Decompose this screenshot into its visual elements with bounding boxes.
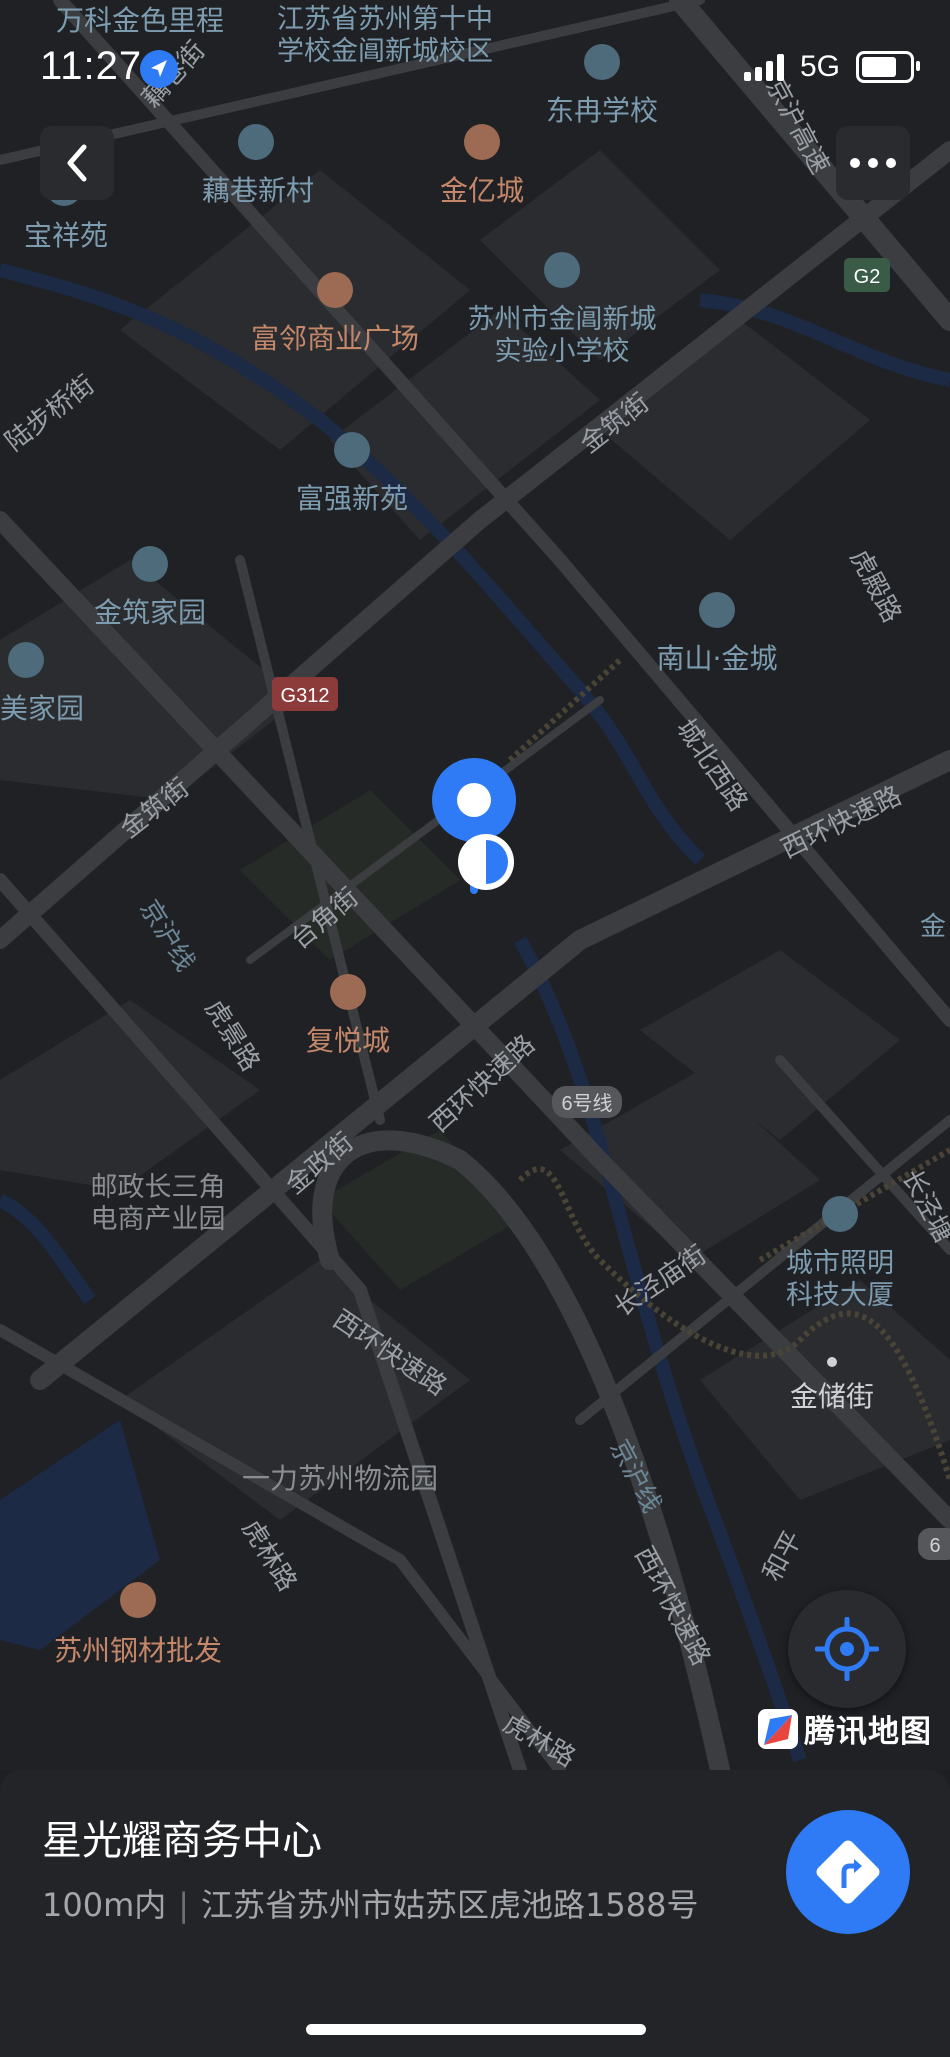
map-label[interactable]: 电商产业园 — [91, 1204, 226, 1235]
map-view[interactable]: 万科金色里程 江苏省苏州第十中 学校金阊新城校区 东冉学校 藕巷新村 金亿城 宝… — [0, 0, 950, 1770]
metro-shield-label: 6号线 — [561, 1092, 612, 1115]
battery-icon — [856, 51, 920, 83]
map-label: 金 — [920, 912, 946, 942]
residential-icon — [132, 546, 168, 582]
place-address-text: 江苏省苏州市姑苏区虎池路1588号 — [201, 1886, 699, 1924]
map-label[interactable]: 美家园 — [0, 692, 84, 725]
building-icon — [822, 1196, 858, 1232]
watermark-text: 腾讯地图 — [804, 1714, 932, 1750]
map-label[interactable]: 科技大厦 — [786, 1280, 894, 1311]
status-time: 11:27 — [40, 44, 143, 88]
shopping-bag-icon — [317, 272, 353, 308]
home-indicator[interactable] — [306, 2024, 646, 2035]
map-label[interactable]: 邮政长三角 — [91, 1172, 226, 1203]
locate-button[interactable] — [788, 1590, 906, 1708]
map-label[interactable]: 苏州钢材批发 — [54, 1634, 222, 1667]
shopping-bag-icon — [330, 974, 366, 1010]
map-label[interactable]: 实验小学校 — [495, 336, 630, 367]
more-button[interactable] — [836, 126, 910, 200]
map-label[interactable]: 城市照明 — [786, 1248, 894, 1279]
directions-icon — [816, 1840, 880, 1904]
residential-icon — [8, 642, 44, 678]
status-bar: 11:27 5G — [0, 0, 950, 130]
more-dots-icon — [850, 158, 896, 168]
tencent-map-watermark: 腾讯地图 — [758, 1706, 932, 1751]
navigate-button[interactable] — [786, 1810, 910, 1934]
highway-shield-label: G2 — [854, 266, 881, 288]
chevron-left-icon — [67, 144, 87, 182]
place-title: 星光耀商务中心 — [42, 1818, 322, 1864]
map-label[interactable]: 苏州市金阊新城 — [468, 304, 657, 335]
back-button[interactable] — [40, 126, 114, 200]
current-location-icon — [458, 834, 514, 890]
map-label[interactable]: 富邻商业广场 — [251, 322, 419, 355]
metro-shield-label: 6 — [929, 1535, 940, 1557]
highway-shield-label: G312 — [281, 685, 330, 707]
crosshair-icon — [815, 1617, 879, 1681]
street-dot-icon — [827, 1357, 837, 1367]
location-arrow-icon — [140, 50, 178, 88]
map-label[interactable]: 金筑家园 — [94, 596, 206, 629]
map-label[interactable]: 富强新苑 — [296, 482, 408, 515]
place-distance: 100m内 — [42, 1886, 167, 1924]
map-label[interactable]: 宝祥苑 — [24, 219, 108, 252]
map-label[interactable]: 金亿城 — [440, 174, 524, 207]
separator: | — [178, 1886, 190, 1924]
map-label[interactable]: 复悦城 — [306, 1024, 390, 1057]
place-address: 100m内 | 江苏省苏州市姑苏区虎池路1588号 — [42, 1880, 699, 1926]
map-label[interactable]: 南山·金城 — [657, 642, 778, 675]
residential-icon — [334, 432, 370, 468]
tencent-map-logo-icon — [758, 1708, 798, 1749]
map-label[interactable]: 藕巷新村 — [202, 174, 314, 207]
map-label[interactable]: 一力苏州物流园 — [242, 1462, 438, 1495]
network-type: 5G — [799, 50, 840, 83]
residential-icon — [699, 592, 735, 628]
map-label[interactable]: 金储街 — [790, 1380, 874, 1413]
book-icon — [544, 252, 580, 288]
shopping-bag-icon — [120, 1582, 156, 1618]
signal-icon — [743, 53, 784, 81]
